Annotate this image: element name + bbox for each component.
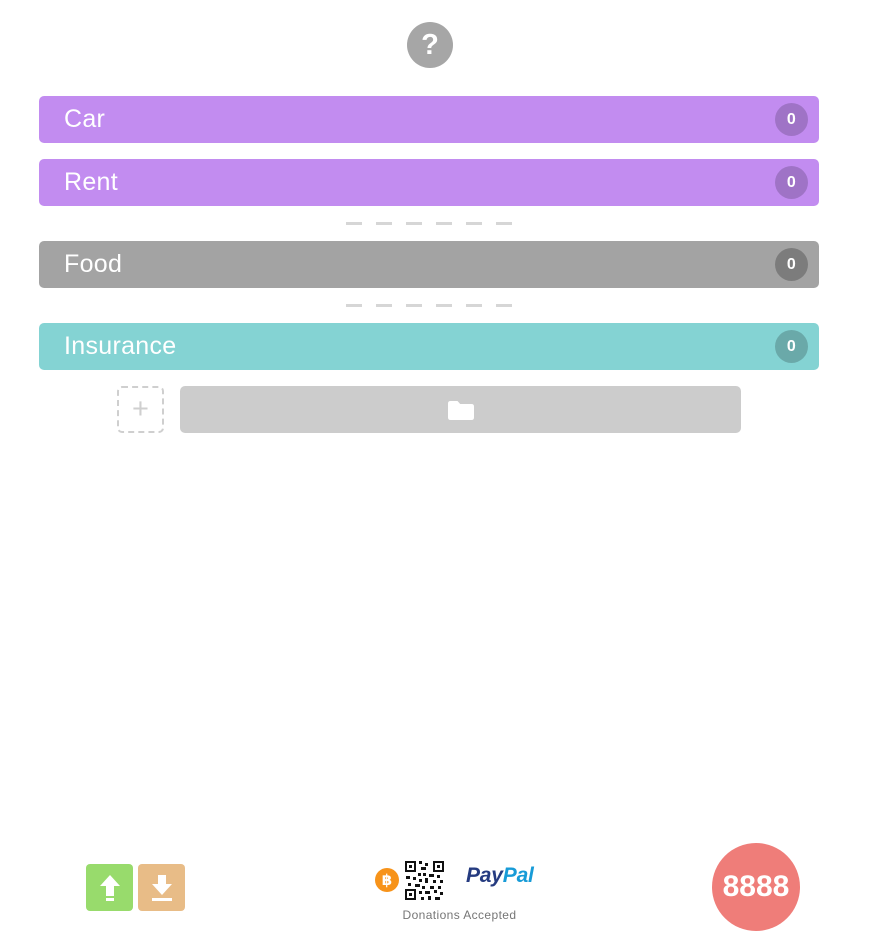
category-insurance[interactable]: Insurance 0 xyxy=(39,323,819,370)
category-car[interactable]: Car 0 xyxy=(39,96,819,143)
download-icon xyxy=(151,874,172,901)
open-folder-button[interactable] xyxy=(180,386,741,433)
divider-dash xyxy=(346,222,362,225)
divider-dash xyxy=(436,222,452,225)
question-mark-icon: ? xyxy=(421,28,439,61)
budget-page: ? Car 0 Rent 0 Food 0 Insurance 0 + ฿ Pa… xyxy=(0,0,878,950)
qr-code-icon[interactable] xyxy=(403,859,446,902)
divider-dash xyxy=(406,222,422,225)
category-count-badge: 0 xyxy=(775,103,808,136)
category-count-badge: 0 xyxy=(775,166,808,199)
category-food[interactable]: Food 0 xyxy=(39,241,819,288)
category-count-badge: 0 xyxy=(775,330,808,363)
category-label: Rent xyxy=(64,168,119,196)
category-count-badge: 0 xyxy=(775,248,808,281)
divider-dash xyxy=(496,222,512,225)
download-button[interactable] xyxy=(138,864,185,911)
category-rent[interactable]: Rent 0 xyxy=(39,159,819,206)
category-divider xyxy=(346,304,516,307)
divider-dash xyxy=(436,304,452,307)
upload-button[interactable] xyxy=(86,864,133,911)
paypal-pal-text: Pal xyxy=(502,864,534,887)
help-button[interactable]: ? xyxy=(407,22,453,68)
divider-dash xyxy=(346,304,362,307)
divider-dash xyxy=(376,304,392,307)
divider-dash xyxy=(406,304,422,307)
divider-dash xyxy=(466,304,482,307)
upload-icon xyxy=(99,874,120,901)
add-category-button[interactable]: + xyxy=(117,386,164,433)
bitcoin-icon[interactable]: ฿ xyxy=(375,868,399,892)
donations-label: Donations Accepted xyxy=(402,908,517,922)
divider-dash xyxy=(376,222,392,225)
paypal-logo[interactable]: PayPal xyxy=(466,865,534,886)
donations-panel: ฿ PayPal Donations Accepted xyxy=(373,856,553,930)
folder-icon xyxy=(447,400,474,420)
category-label: Car xyxy=(64,105,106,133)
plus-icon: + xyxy=(132,393,149,425)
paypal-pay-text: Pay xyxy=(466,864,503,887)
category-label: Insurance xyxy=(64,332,177,360)
category-label: Food xyxy=(64,250,123,278)
divider-dash xyxy=(496,304,512,307)
total-badge[interactable]: 8888 xyxy=(712,843,800,931)
divider-dash xyxy=(466,222,482,225)
category-divider xyxy=(346,222,516,225)
